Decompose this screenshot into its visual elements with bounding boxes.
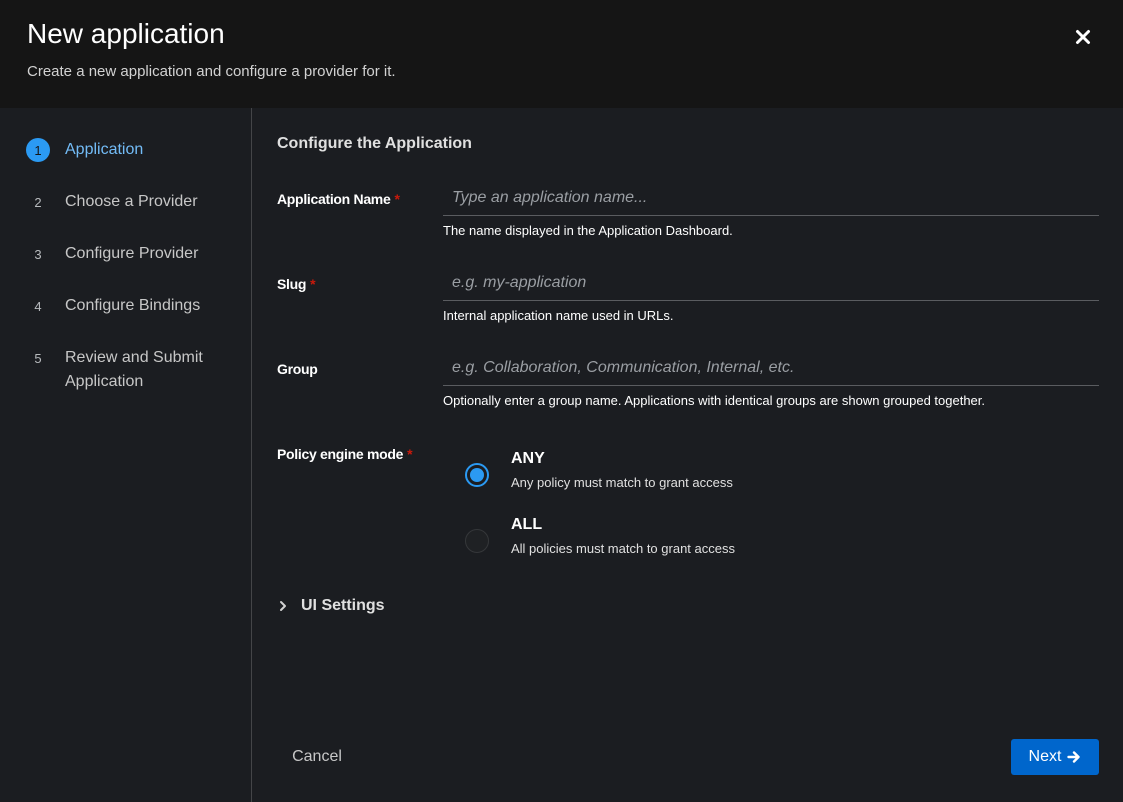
slug-helper: Internal application name used in URLs.: [443, 308, 674, 323]
radio-all[interactable]: [465, 529, 489, 553]
policy-option-desc: All policies must match to grant access: [511, 541, 735, 556]
nav-step-configure-bindings[interactable]: 4 Configure Bindings: [26, 294, 225, 318]
nav-step-review-submit[interactable]: 5 Review and Submit Application: [26, 346, 225, 394]
nav-step-label: Review and Submit Application: [65, 349, 203, 390]
nav-step-label: Choose a Provider: [65, 193, 198, 210]
policy-option-any[interactable]: ANY Any policy must match to grant acces…: [465, 449, 733, 490]
group-input[interactable]: [443, 350, 1099, 386]
section-title: Configure the Application: [277, 135, 472, 152]
nav-step-number: 2: [34, 194, 42, 210]
policy-option-desc: Any policy must match to grant access: [511, 475, 733, 490]
nav-step-label: Configure Bindings: [65, 297, 201, 314]
cancel-button[interactable]: Cancel: [277, 739, 357, 775]
nav-step-label: Configure Provider: [65, 245, 199, 262]
required-marker: *: [407, 446, 413, 462]
new-application-modal: New application Create a new application…: [0, 0, 1123, 802]
nav-step-choose-provider[interactable]: 2 Choose a Provider: [26, 190, 225, 214]
app-name-input[interactable]: [443, 180, 1099, 216]
app-name-label: Application Name *: [277, 191, 400, 207]
wizard-main: Configure the Application Application Na…: [253, 108, 1123, 802]
nav-step-number: 5: [34, 350, 42, 366]
radio-dot: [470, 468, 484, 482]
policy-option-title: ANY: [511, 450, 545, 467]
close-button[interactable]: [1067, 21, 1099, 53]
required-marker: *: [394, 191, 400, 207]
wizard-nav: 1 Application 2 Choose a Provider 3 Conf…: [4, 108, 252, 802]
group-label: Group: [277, 361, 318, 377]
ui-settings-label: UI Settings: [301, 597, 385, 614]
next-button-label: Next: [1028, 748, 1062, 765]
policy-option-all[interactable]: ALL All policies must match to grant acc…: [465, 515, 735, 556]
modal-title: New application: [27, 18, 225, 49]
required-marker: *: [310, 276, 316, 292]
policy-mode-label: Policy engine mode *: [277, 446, 413, 462]
nav-step-number: 4: [34, 298, 42, 314]
radio-any[interactable]: [465, 463, 489, 487]
chevron-right-icon: [277, 599, 289, 613]
nav-step-label: Application: [65, 141, 144, 158]
modal-subtitle: Create a new application and configure a…: [27, 63, 396, 80]
group-helper: Optionally enter a group name. Applicati…: [443, 393, 986, 408]
nav-step-application[interactable]: 1 Application: [26, 138, 225, 162]
nav-step-configure-provider[interactable]: 3 Configure Provider: [26, 242, 225, 266]
close-icon: [1076, 30, 1090, 44]
ui-settings-toggle[interactable]: UI Settings: [277, 597, 385, 615]
nav-step-number: 1: [26, 138, 50, 162]
app-name-helper: The name displayed in the Application Da…: [443, 223, 733, 238]
nav-step-number: 3: [34, 246, 42, 262]
policy-option-title: ALL: [511, 516, 543, 533]
modal-header: New application Create a new application…: [0, 0, 1123, 108]
next-button[interactable]: Next: [1011, 739, 1099, 775]
slug-input[interactable]: [443, 265, 1099, 301]
arrow-right-icon: [1067, 750, 1081, 764]
slug-label: Slug *: [277, 276, 316, 292]
